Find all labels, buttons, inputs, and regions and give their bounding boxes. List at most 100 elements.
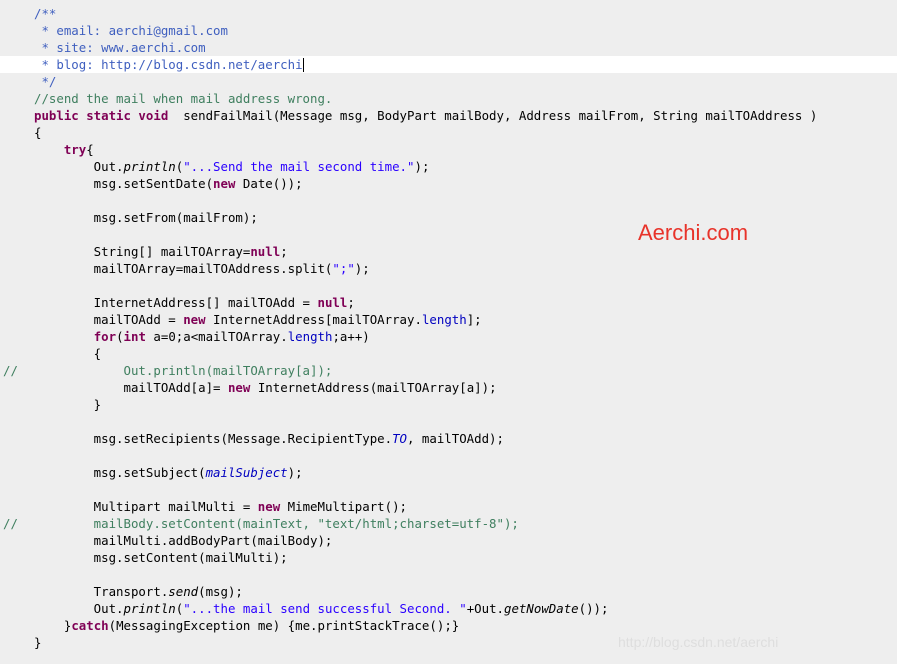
code-token: ";" (332, 261, 355, 276)
code-line[interactable] (0, 481, 897, 498)
code-line[interactable]: mailTOArray=mailTOAddress.split(";"); (0, 260, 897, 277)
code-token: new (227, 380, 251, 395)
code-line[interactable]: msg.setRecipients(Message.RecipientType.… (0, 430, 897, 447)
code-line[interactable]: //send the mail when mail address wrong. (0, 90, 897, 107)
code-token: sendFailMail(Message msg, BodyPart mailB… (168, 108, 818, 123)
code-line[interactable] (0, 226, 897, 243)
code-line[interactable]: msg.setFrom(mailFrom); (0, 209, 897, 226)
code-token: msg.setSubject( (34, 465, 206, 480)
code-line[interactable]: // mailBody.setContent(mainText, "text/h… (0, 515, 897, 532)
code-text: String[] mailTOArray=null; (34, 243, 288, 260)
code-text: }catch(MessagingException me) {me.printS… (34, 617, 459, 634)
code-line[interactable]: { (0, 124, 897, 141)
code-editor[interactable]: /** * email: aerchi@gmail.com * site: ww… (0, 0, 897, 664)
code-line[interactable]: } (0, 396, 897, 413)
code-token: MimeMultipart(); (280, 499, 408, 514)
code-line[interactable]: msg.setContent(mailMulti); (0, 549, 897, 566)
code-line[interactable]: /** (0, 5, 897, 22)
code-line[interactable]: public static void sendFailMail(Message … (0, 107, 897, 124)
code-line[interactable]: mailTOAdd = new InternetAddress[mailTOAr… (0, 311, 897, 328)
code-line[interactable]: }catch(MessagingException me) {me.printS… (0, 617, 897, 634)
code-token: * email: aerchi@gmail.com (34, 23, 228, 38)
code-token: } (34, 635, 42, 650)
code-token: msg.setSentDate( (34, 176, 214, 191)
code-text: * email: aerchi@gmail.com (34, 22, 228, 39)
code-line[interactable] (0, 566, 897, 583)
code-line[interactable]: try{ (0, 141, 897, 158)
code-token: new (183, 312, 206, 327)
code-token: (msg); (198, 584, 243, 599)
current-code-line[interactable]: * blog: http://blog.csdn.net/aerchi (0, 56, 897, 73)
code-token: ); (354, 261, 370, 276)
code-text: public static void sendFailMail(Message … (34, 107, 817, 124)
code-line[interactable]: { (0, 345, 897, 362)
code-line[interactable] (0, 192, 897, 209)
code-line[interactable]: Multipart mailMulti = new MimeMultipart(… (0, 498, 897, 515)
code-token: ); (287, 465, 303, 480)
comment-marker: // (3, 516, 18, 531)
code-token: println (123, 601, 176, 616)
code-line[interactable]: * email: aerchi@gmail.com (0, 22, 897, 39)
code-token: "...Send the mail second time." (183, 159, 415, 174)
code-token: Date()); (235, 176, 303, 191)
code-token: catch (71, 618, 109, 633)
code-text: mailTOAdd = new InternetAddress[mailTOAr… (34, 311, 482, 328)
code-line[interactable] (0, 277, 897, 294)
code-line[interactable]: mailMulti.addBodyPart(mailBody); (0, 532, 897, 549)
code-line[interactable] (0, 447, 897, 464)
code-line[interactable]: // Out.println(mailTOArray[a]); (0, 362, 897, 379)
code-token: //send the mail when mail address wrong. (34, 91, 333, 106)
code-token: +Out. (466, 601, 505, 616)
code-line[interactable]: msg.setSubject(mailSubject); (0, 464, 897, 481)
code-token: mailTOAdd[a]= (34, 380, 228, 395)
code-line[interactable] (0, 413, 897, 430)
code-line[interactable]: Out.println("...the mail send successful… (0, 600, 897, 617)
code-token: Out.println(mailTOArray[a]); (34, 363, 333, 378)
code-token: } (34, 618, 72, 633)
code-token: msg.setFrom(mailFrom); (34, 210, 258, 225)
code-text: mailTOArray=mailTOAddress.split(";"); (34, 260, 370, 277)
code-token: Out. (34, 601, 124, 616)
code-line[interactable]: Transport.send(msg); (0, 583, 897, 600)
code-token: a=0;a<mailTOArray. (145, 329, 288, 344)
code-text: } (34, 634, 41, 651)
code-token: msg.setRecipients(Message.RecipientType. (34, 431, 393, 446)
code-line[interactable]: mailTOAdd[a]= new InternetAddress(mailTO… (0, 379, 897, 396)
watermark-text: Aerchi.com (638, 220, 749, 245)
code-token: Out. (34, 159, 124, 174)
code-text: try{ (34, 141, 94, 158)
code-line[interactable]: for(int a=0;a<mailTOArray.length;a++) (0, 328, 897, 345)
code-token: public static void (34, 108, 169, 123)
code-text: msg.setFrom(mailFrom); (34, 209, 258, 226)
code-token: (MessagingException me) {me.printStackTr… (108, 618, 460, 633)
code-text: Multipart mailMulti = new MimeMultipart(… (34, 498, 407, 515)
code-token: new (257, 499, 281, 514)
code-token: ( (116, 329, 124, 344)
code-token: for (93, 329, 117, 344)
code-text: mailBody.setContent(mainText, "text/html… (34, 515, 519, 532)
code-token: Multipart mailMulti = (34, 499, 258, 514)
code-token: ); (414, 159, 430, 174)
code-token: { (86, 142, 94, 157)
code-token: null (317, 295, 348, 310)
code-token: */ (34, 74, 57, 89)
code-line[interactable]: msg.setSentDate(new Date()); (0, 175, 897, 192)
code-line[interactable]: String[] mailTOArray=null; (0, 243, 897, 260)
code-token: ; (280, 244, 288, 259)
code-token: mailMulti.addBodyPart(mailBody); (34, 533, 333, 548)
code-line[interactable]: InternetAddress[] mailTOAdd = null; (0, 294, 897, 311)
text-cursor (302, 58, 304, 72)
code-text: for(int a=0;a<mailTOArray.length;a++) (34, 328, 370, 345)
code-token: ;a++) (332, 329, 370, 344)
code-token: try (63, 142, 87, 157)
code-text: msg.setSubject(mailSubject); (34, 464, 303, 481)
code-text: /** (34, 5, 56, 22)
code-token: ()); (578, 601, 609, 616)
code-line[interactable]: */ (0, 73, 897, 90)
code-line[interactable]: Out.println("...Send the mail second tim… (0, 158, 897, 175)
code-token: /** (34, 6, 57, 21)
code-text: * blog: http://blog.csdn.net/aerchi (34, 56, 304, 73)
code-token: ; (347, 295, 355, 310)
code-token: { (34, 125, 42, 140)
code-line[interactable]: * site: www.aerchi.com (0, 39, 897, 56)
